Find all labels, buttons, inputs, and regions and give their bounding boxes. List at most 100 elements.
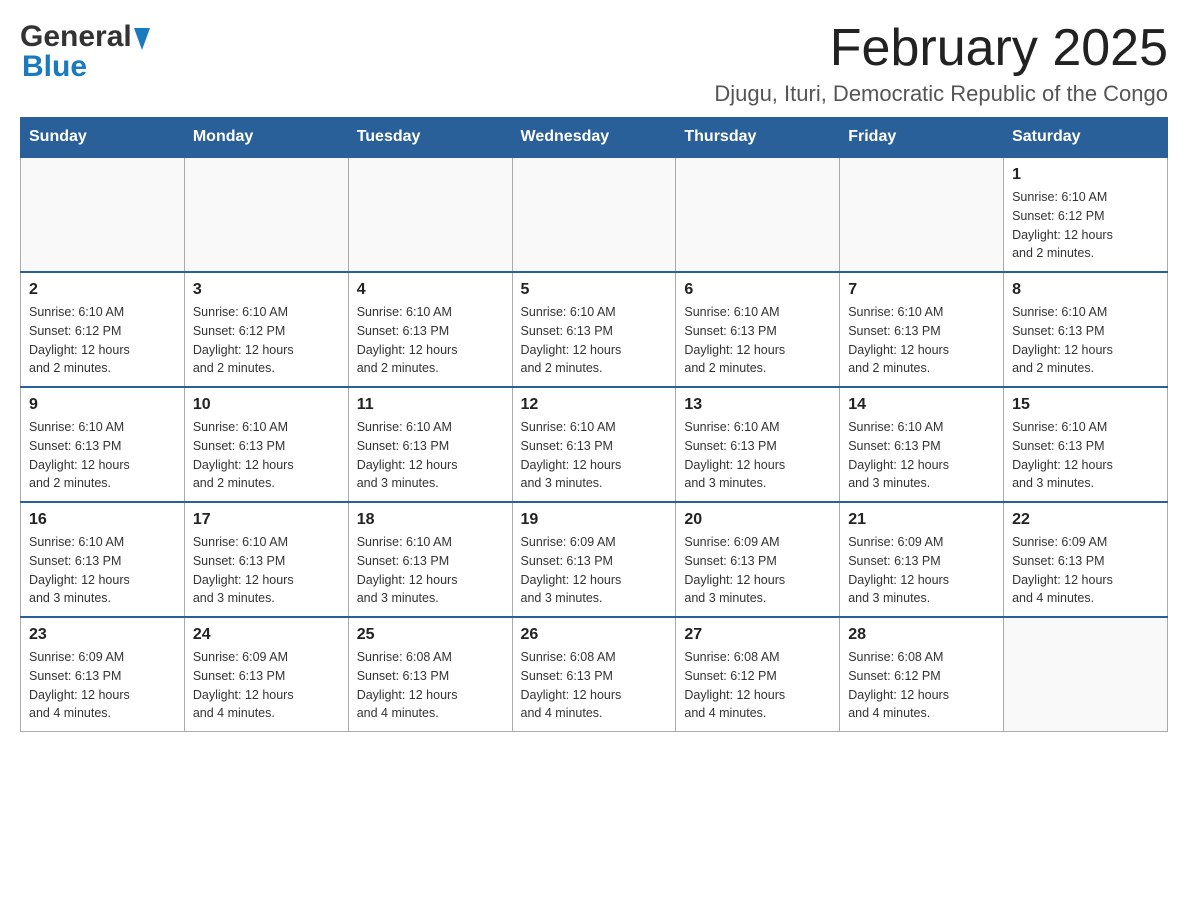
calendar-cell <box>21 157 185 272</box>
day-number: 8 <box>1012 281 1159 299</box>
day-info: Sunrise: 6:10 AM Sunset: 6:13 PM Dayligh… <box>193 418 340 493</box>
header-wednesday: Wednesday <box>512 118 676 158</box>
calendar-table: Sunday Monday Tuesday Wednesday Thursday… <box>20 117 1168 732</box>
day-info: Sunrise: 6:08 AM Sunset: 6:12 PM Dayligh… <box>684 648 831 723</box>
header-friday: Friday <box>840 118 1004 158</box>
title-block: February 2025 Djugu, Ituri, Democratic R… <box>714 20 1168 107</box>
day-number: 11 <box>357 396 504 414</box>
calendar-cell: 19 Sunrise: 6:09 AM Sunset: 6:13 PM Dayli… <box>512 502 676 617</box>
day-number: 14 <box>848 396 995 414</box>
calendar-cell: 2 Sunrise: 6:10 AM Sunset: 6:12 PM Daylig… <box>21 272 185 387</box>
page-header: General Blue February 2025 Djugu, Ituri,… <box>20 20 1168 107</box>
calendar-cell <box>1004 617 1168 732</box>
logo-blue-text: Blue <box>22 50 87 84</box>
day-number: 25 <box>357 626 504 644</box>
calendar-cell: 15Sunrise: 6:10 AM Sunset: 6:13 PM Dayli… <box>1004 387 1168 502</box>
calendar-cell: 4 Sunrise: 6:10 AM Sunset: 6:13 PM Daylig… <box>348 272 512 387</box>
logo-general-text: General <box>20 20 132 54</box>
day-number: 22 <box>1012 511 1159 529</box>
calendar-cell: 14 Sunrise: 6:10 AM Sunset: 6:13 PM Dayli… <box>840 387 1004 502</box>
day-info: Sunrise: 6:09 AM Sunset: 6:13 PM Dayligh… <box>684 533 831 608</box>
calendar-header-row: Sunday Monday Tuesday Wednesday Thursday… <box>21 118 1168 158</box>
day-info: Sunrise: 6:08 AM Sunset: 6:12 PM Dayligh… <box>848 648 995 723</box>
day-info: Sunrise: 6:09 AM Sunset: 6:13 PM Dayligh… <box>1012 533 1159 608</box>
calendar-cell: 26 Sunrise: 6:08 AM Sunset: 6:13 PM Dayli… <box>512 617 676 732</box>
day-number: 20 <box>684 511 831 529</box>
day-number: 27 <box>684 626 831 644</box>
day-info: Sunrise: 6:10 AM Sunset: 6:12 PM Dayligh… <box>29 303 176 378</box>
calendar-cell: 3 Sunrise: 6:10 AM Sunset: 6:12 PM Daylig… <box>184 272 348 387</box>
location-subtitle: Djugu, Ituri, Democratic Republic of the… <box>714 81 1168 107</box>
day-number: 21 <box>848 511 995 529</box>
day-info: Sunrise: 6:09 AM Sunset: 6:13 PM Dayligh… <box>521 533 668 608</box>
calendar-cell: 17Sunrise: 6:10 AM Sunset: 6:13 PM Dayli… <box>184 502 348 617</box>
calendar-cell: 22 Sunrise: 6:09 AM Sunset: 6:13 PM Dayli… <box>1004 502 1168 617</box>
calendar-cell <box>512 157 676 272</box>
header-saturday: Saturday <box>1004 118 1168 158</box>
day-info: Sunrise: 6:10 AM Sunset: 6:13 PM Dayligh… <box>848 418 995 493</box>
day-info: Sunrise: 6:10 AM Sunset: 6:13 PM Dayligh… <box>684 303 831 378</box>
calendar-cell: 8 Sunrise: 6:10 AM Sunset: 6:13 PM Daylig… <box>1004 272 1168 387</box>
day-number: 3 <box>193 281 340 299</box>
day-info: Sunrise: 6:09 AM Sunset: 6:13 PM Dayligh… <box>848 533 995 608</box>
header-sunday: Sunday <box>21 118 185 158</box>
day-info: Sunrise: 6:10 AM Sunset: 6:13 PM Dayligh… <box>357 418 504 493</box>
calendar-week-row-3: 9 Sunrise: 6:10 AM Sunset: 6:13 PM Daylig… <box>21 387 1168 502</box>
calendar-cell: 28 Sunrise: 6:08 AM Sunset: 6:12 PM Dayli… <box>840 617 1004 732</box>
day-number: 23 <box>29 626 176 644</box>
calendar-cell: 13 Sunrise: 6:10 AM Sunset: 6:13 PM Dayli… <box>676 387 840 502</box>
logo-triangle-icon <box>134 22 154 52</box>
day-number: 16 <box>29 511 176 529</box>
day-number: 7 <box>848 281 995 299</box>
day-number: 4 <box>357 281 504 299</box>
day-number: 1 <box>1012 166 1159 184</box>
day-number: 2 <box>29 281 176 299</box>
calendar-cell: 16 Sunrise: 6:10 AM Sunset: 6:13 PM Dayli… <box>21 502 185 617</box>
day-info: Sunrise: 6:09 AM Sunset: 6:13 PM Dayligh… <box>193 648 340 723</box>
day-number: 19 <box>521 511 668 529</box>
header-monday: Monday <box>184 118 348 158</box>
calendar-cell: 27 Sunrise: 6:08 AM Sunset: 6:12 PM Dayli… <box>676 617 840 732</box>
day-info: Sunrise: 6:10 AM Sunset: 6:12 PM Dayligh… <box>193 303 340 378</box>
day-number: 13 <box>684 396 831 414</box>
day-number: 10 <box>193 396 340 414</box>
day-info: Sunrise: 6:10 AM Sunset: 6:13 PM Dayligh… <box>357 303 504 378</box>
day-info: Sunrise: 6:10 AM Sunset: 6:13 PM Dayligh… <box>1012 303 1159 378</box>
day-info: Sunrise: 6:10 AM Sunset: 6:13 PM Dayligh… <box>193 533 340 608</box>
logo: General Blue <box>20 20 154 84</box>
day-number: 5 <box>521 281 668 299</box>
calendar-cell: 24Sunrise: 6:09 AM Sunset: 6:13 PM Dayli… <box>184 617 348 732</box>
header-tuesday: Tuesday <box>348 118 512 158</box>
day-info: Sunrise: 6:09 AM Sunset: 6:13 PM Dayligh… <box>29 648 176 723</box>
calendar-cell: 5 Sunrise: 6:10 AM Sunset: 6:13 PM Daylig… <box>512 272 676 387</box>
calendar-cell <box>676 157 840 272</box>
day-number: 26 <box>521 626 668 644</box>
day-info: Sunrise: 6:10 AM Sunset: 6:13 PM Dayligh… <box>1012 418 1159 493</box>
day-info: Sunrise: 6:08 AM Sunset: 6:13 PM Dayligh… <box>521 648 668 723</box>
day-info: Sunrise: 6:08 AM Sunset: 6:13 PM Dayligh… <box>357 648 504 723</box>
day-info: Sunrise: 6:10 AM Sunset: 6:13 PM Dayligh… <box>521 418 668 493</box>
calendar-week-row-1: 1 Sunrise: 6:10 AM Sunset: 6:12 PM Daylig… <box>21 157 1168 272</box>
calendar-cell <box>184 157 348 272</box>
month-title: February 2025 <box>714 20 1168 77</box>
calendar-cell: 6 Sunrise: 6:10 AM Sunset: 6:13 PM Daylig… <box>676 272 840 387</box>
calendar-cell: 12 Sunrise: 6:10 AM Sunset: 6:13 PM Dayli… <box>512 387 676 502</box>
calendar-cell: 21 Sunrise: 6:09 AM Sunset: 6:13 PM Dayli… <box>840 502 1004 617</box>
day-info: Sunrise: 6:10 AM Sunset: 6:13 PM Dayligh… <box>684 418 831 493</box>
day-number: 9 <box>29 396 176 414</box>
calendar-cell: 18Sunrise: 6:10 AM Sunset: 6:13 PM Dayli… <box>348 502 512 617</box>
day-info: Sunrise: 6:10 AM Sunset: 6:13 PM Dayligh… <box>29 533 176 608</box>
day-info: Sunrise: 6:10 AM Sunset: 6:13 PM Dayligh… <box>521 303 668 378</box>
header-thursday: Thursday <box>676 118 840 158</box>
calendar-cell: 1 Sunrise: 6:10 AM Sunset: 6:12 PM Daylig… <box>1004 157 1168 272</box>
day-number: 6 <box>684 281 831 299</box>
calendar-cell: 20 Sunrise: 6:09 AM Sunset: 6:13 PM Dayli… <box>676 502 840 617</box>
day-number: 28 <box>848 626 995 644</box>
day-info: Sunrise: 6:10 AM Sunset: 6:13 PM Dayligh… <box>357 533 504 608</box>
day-info: Sunrise: 6:10 AM Sunset: 6:13 PM Dayligh… <box>848 303 995 378</box>
calendar-cell: 23 Sunrise: 6:09 AM Sunset: 6:13 PM Dayli… <box>21 617 185 732</box>
calendar-cell: 11 Sunrise: 6:10 AM Sunset: 6:13 PM Dayli… <box>348 387 512 502</box>
day-number: 12 <box>521 396 668 414</box>
day-info: Sunrise: 6:10 AM Sunset: 6:12 PM Dayligh… <box>1012 188 1159 263</box>
calendar-cell <box>348 157 512 272</box>
